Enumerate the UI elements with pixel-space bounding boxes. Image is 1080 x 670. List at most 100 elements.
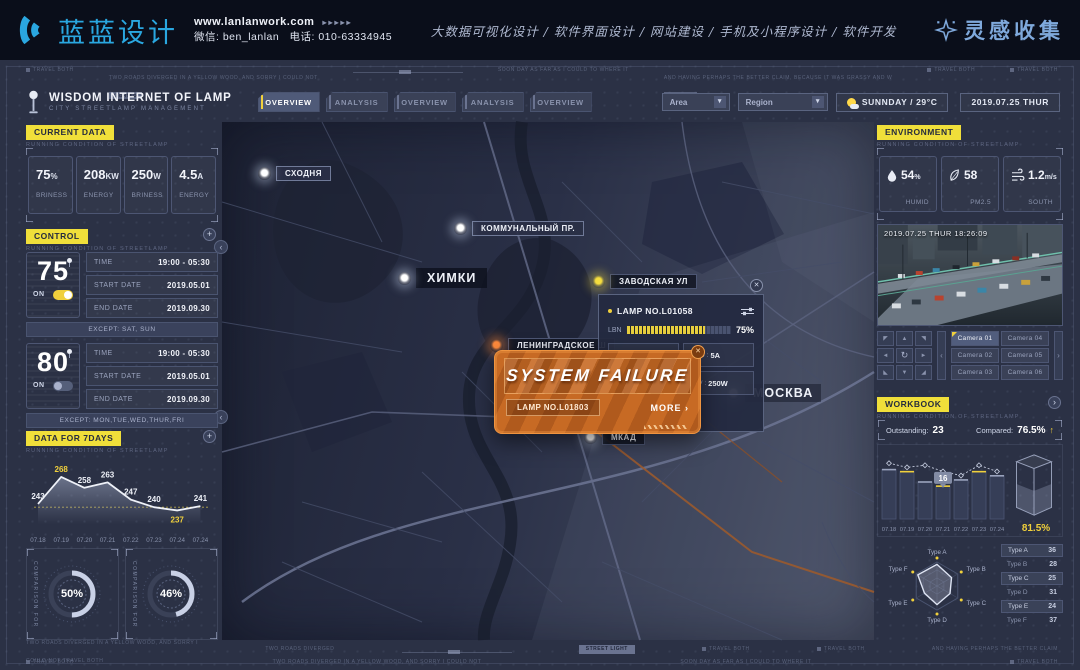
- tab-bar: OVERVIEW ANALYSIS OVERVIEW ANALYSIS OVER…: [258, 92, 592, 112]
- deco-quote-1: TWO ROADS DIVERGED IN A YELLOW WOOD, AND…: [109, 75, 318, 81]
- env-value: 54: [901, 168, 914, 182]
- tab-overview-2[interactable]: OVERVIEW: [394, 92, 456, 112]
- camera-prev-button[interactable]: ‹: [937, 331, 946, 380]
- pan-down-button[interactable]: ▼: [896, 365, 913, 380]
- region-select-value: Region: [746, 98, 773, 107]
- cube-indicator: 81.5%: [1012, 447, 1060, 534]
- deco-edge-text: TWO ROADS DIVERGED IN A YELLOW WOOD, AND…: [273, 658, 482, 667]
- svg-text:Type F: Type F: [889, 566, 908, 573]
- stat-watt: 250WBRINESS: [124, 156, 169, 214]
- time-row[interactable]: TIME19:00 - 05:30: [86, 252, 218, 272]
- tab-overview-1[interactable]: OVERVIEW: [258, 92, 320, 112]
- phone-text: 电话: 010-63334945: [289, 31, 392, 43]
- pan-down-left-button[interactable]: ◣: [877, 365, 894, 380]
- city-map[interactable]: ‹ ‹ СХОДНЯ КОММУНАЛЬНЫЙ ПР. ХИМКИ ЗАВОДС…: [222, 122, 874, 640]
- camera-05-button[interactable]: Camera 05: [1001, 348, 1049, 363]
- camera-next-button[interactable]: ›: [1054, 331, 1063, 380]
- svg-text:07.18: 07.18: [30, 537, 46, 544]
- svg-text:240: 240: [147, 495, 161, 504]
- reset-view-button[interactable]: ↻: [896, 348, 913, 363]
- legend-value: 25: [1048, 575, 1056, 582]
- add-schedule-button[interactable]: +: [203, 228, 216, 241]
- map-label-kommunalny[interactable]: КОММУНАЛЬНЫЙ ПР.: [454, 221, 584, 236]
- comparison-gauges: COMPARISON FOR 50% COMPARISON FOR 46%: [26, 548, 218, 640]
- legend-row-type-c[interactable]: Type C25: [1001, 572, 1063, 585]
- alert-close-button[interactable]: ✕: [691, 345, 705, 359]
- workbook-more-button[interactable]: ›: [1048, 396, 1061, 409]
- legend-row-type-e[interactable]: Type E24: [1001, 600, 1063, 613]
- camera-06-button[interactable]: Camera 06: [1001, 365, 1049, 380]
- camera-view[interactable]: 2019.07.25 THUR 18:26:09: [877, 224, 1063, 326]
- legend-row-type-a[interactable]: Type A36: [1001, 544, 1063, 557]
- right-column: ENVIRONMENT RUNNING CONDITION OF STREETL…: [877, 122, 1063, 634]
- leaf-icon: [949, 169, 960, 182]
- end-date-row[interactable]: END DATE2019.09.30: [86, 298, 218, 318]
- tab-overview-3[interactable]: OVERVIEW: [530, 92, 592, 112]
- deco-check-label-2: TRAVEL BOTH: [934, 66, 975, 75]
- end-date-row[interactable]: END DATE2019.09.30: [86, 389, 218, 409]
- brightness-card-2: 80 ON: [26, 343, 80, 409]
- map-label-zavodskaya[interactable]: ЗАВОДСКАЯ УЛ: [592, 274, 697, 289]
- schedule-2-toggle[interactable]: [53, 381, 73, 391]
- expand-week-button[interactable]: +: [203, 430, 216, 443]
- pan-right-button[interactable]: ►: [915, 348, 932, 363]
- map-label-text: СХОДНЯ: [276, 166, 331, 181]
- tab-analysis-1[interactable]: ANALYSIS: [326, 92, 388, 112]
- svg-text:247: 247: [124, 488, 138, 497]
- inspiration-collect[interactable]: 灵感收集: [935, 15, 1064, 45]
- start-date-row[interactable]: START DATE2019.05.01: [86, 275, 218, 295]
- legend-row-type-b[interactable]: Type B28: [1001, 558, 1063, 571]
- pan-down-right-button[interactable]: ◢: [915, 365, 932, 380]
- pan-up-left-button[interactable]: ◤: [877, 331, 894, 346]
- lbn-bar-fill: [627, 326, 705, 334]
- week-data-panel: DATA FOR 7DAYS RUNNING CONDITION OF STRE…: [26, 428, 218, 544]
- row-key: START DATE: [94, 373, 141, 380]
- checkbox-icon: [702, 647, 706, 651]
- popup-lamp-id: LAMP NO.L01058: [617, 306, 736, 316]
- start-date-row[interactable]: START DATE2019.05.01: [86, 366, 218, 386]
- deco-bottom-quote: TWO ROADS DIVERGED IN A YELLOW WOOD, AND…: [26, 640, 198, 646]
- lamp-pin-yellow: [592, 275, 605, 288]
- camera-04-button[interactable]: Camera 04: [1001, 331, 1049, 346]
- legend-row-type-d[interactable]: Type D31: [1001, 586, 1063, 599]
- map-label-text: КОММУНАЛЬНЫЙ ПР.: [472, 221, 584, 236]
- gauge-value: 46%: [139, 562, 203, 626]
- pan-up-right-button[interactable]: ◥: [915, 331, 932, 346]
- alert-more-button[interactable]: MORE ›: [650, 403, 689, 413]
- pan-left-button[interactable]: ◄: [877, 348, 894, 363]
- deco-edge-check-2: TRAVEL BOTH: [1017, 658, 1058, 667]
- stat-label: ENERGY: [84, 192, 120, 199]
- region-select[interactable]: Region ▾: [738, 93, 828, 111]
- camera-03-button[interactable]: Camera 03: [951, 365, 999, 380]
- stat-energy-kw: 208KWENERGY: [76, 156, 121, 214]
- deco-edge-text-2: SOON DAY AS FAR AS I COULD TO WHERE IT: [680, 658, 811, 667]
- camera-01-button[interactable]: Camera 01: [951, 331, 999, 346]
- wechat-text: 微信: ben_lanlan: [194, 31, 279, 43]
- map-label-skhodnya[interactable]: СХОДНЯ: [258, 166, 331, 181]
- popup-close-button[interactable]: ✕: [750, 279, 763, 292]
- pan-up-button[interactable]: ▲: [896, 331, 913, 346]
- workbook-label: WORKBOOK: [877, 397, 949, 412]
- website-link[interactable]: www.lanlanwork.com: [194, 16, 314, 28]
- legend-row-type-f[interactable]: Type F37: [1001, 614, 1063, 627]
- cube-percent: 81.5%: [1012, 523, 1060, 534]
- alert-band: SYSTEM FAILURE: [504, 358, 691, 394]
- camera-02-button[interactable]: Camera 02: [951, 348, 999, 363]
- time-row[interactable]: TIME19:00 - 05:30: [86, 343, 218, 363]
- area-select[interactable]: Area ▾: [662, 93, 730, 111]
- tab-analysis-2[interactable]: ANALYSIS: [462, 92, 524, 112]
- current-data-label: CURRENT DATA: [26, 125, 114, 140]
- schedule-1-toggle[interactable]: [53, 290, 73, 300]
- system-failure-alert: ✕ SYSTEM FAILURE LAMP NO.L01803 MORE ›: [494, 350, 701, 434]
- stat-unit: W: [153, 172, 161, 181]
- collect-label: 灵感收集: [964, 15, 1064, 45]
- row-key: TIME: [94, 259, 113, 266]
- svg-text:07.20: 07.20: [77, 537, 93, 544]
- date-widget: 2019.07.25 THUR: [960, 93, 1060, 112]
- env-unit: %: [914, 174, 920, 181]
- deco-check-label: TRAVEL BOTH: [33, 66, 74, 75]
- lbn-bar[interactable]: [627, 326, 731, 334]
- sliders-icon[interactable]: [741, 307, 754, 316]
- map-label-khimki[interactable]: ХИМКИ: [398, 268, 487, 288]
- screen: 蓝蓝设计 www.lanlanwork.com▸▸▸▸▸ 微信: ben_lan…: [0, 0, 1080, 670]
